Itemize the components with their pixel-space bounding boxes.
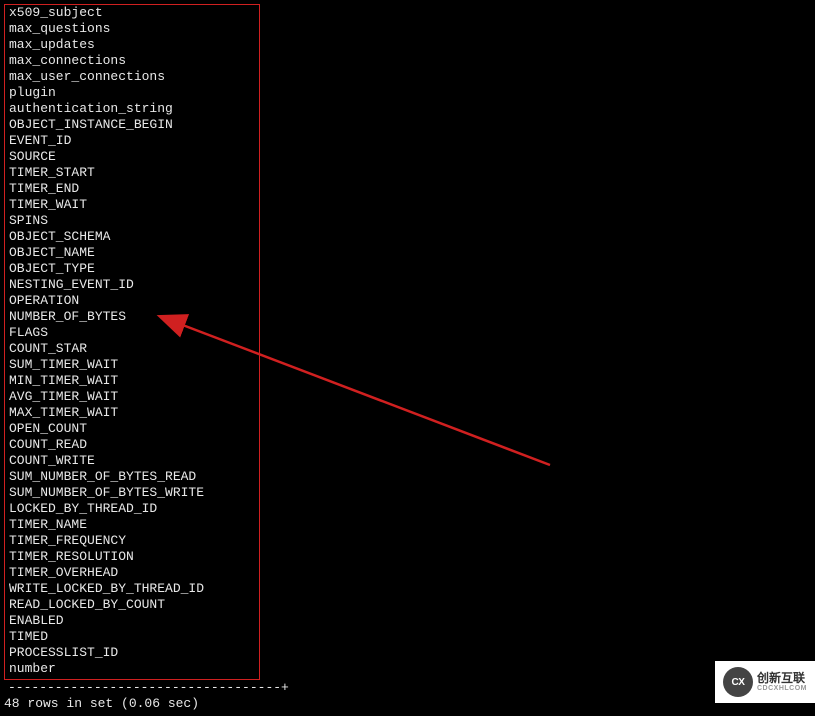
column-name-row: OBJECT_INSTANCE_BEGIN — [9, 117, 255, 133]
column-name-row: NUMBER_OF_BYTES — [9, 309, 255, 325]
column-name-row: SUM_NUMBER_OF_BYTES_WRITE — [9, 485, 255, 501]
column-name-row: NESTING_EVENT_ID — [9, 277, 255, 293]
table-border-bottom: -----------------------------------+ — [4, 680, 811, 696]
watermark-brand-text: 创新互联 CDCXHLCOM — [757, 671, 807, 694]
column-name-row: SUM_TIMER_WAIT — [9, 357, 255, 373]
column-name-row: TIMER_OVERHEAD — [9, 565, 255, 581]
column-name-row: TIMED — [9, 629, 255, 645]
column-name-row: plugin — [9, 85, 255, 101]
column-name-row: OBJECT_TYPE — [9, 261, 255, 277]
column-name-row: max_connections — [9, 53, 255, 69]
column-name-row: FLAGS — [9, 325, 255, 341]
column-name-row: number — [9, 661, 255, 677]
column-name-row: AVG_TIMER_WAIT — [9, 389, 255, 405]
column-name-row: max_questions — [9, 21, 255, 37]
column-name-row: PROCESSLIST_ID — [9, 645, 255, 661]
column-name-row: LOCKED_BY_THREAD_ID — [9, 501, 255, 517]
column-name-row: READ_LOCKED_BY_COUNT — [9, 597, 255, 613]
column-name-row: TIMER_FREQUENCY — [9, 533, 255, 549]
column-name-row: COUNT_READ — [9, 437, 255, 453]
column-name-row: authentication_string — [9, 101, 255, 117]
column-name-row: OPERATION — [9, 293, 255, 309]
column-name-list-box: x509_subjectmax_questionsmax_updatesmax_… — [4, 4, 260, 680]
column-name-row: WRITE_LOCKED_BY_THREAD_ID — [9, 581, 255, 597]
column-name-row: SOURCE — [9, 149, 255, 165]
column-name-row: OPEN_COUNT — [9, 421, 255, 437]
watermark-sub: CDCXHLCOM — [757, 685, 807, 693]
column-name-row: MIN_TIMER_WAIT — [9, 373, 255, 389]
terminal-output: x509_subjectmax_questionsmax_updatesmax_… — [0, 0, 815, 716]
watermark-logo-icon: CX — [723, 667, 753, 697]
result-summary: 48 rows in set (0.06 sec) — [4, 696, 811, 712]
column-name-row: x509_subject — [9, 5, 255, 21]
column-name-row: EVENT_ID — [9, 133, 255, 149]
column-name-row: TIMER_START — [9, 165, 255, 181]
column-name-row: TIMER_RESOLUTION — [9, 549, 255, 565]
column-name-row: TIMER_WAIT — [9, 197, 255, 213]
column-name-row: max_user_connections — [9, 69, 255, 85]
watermark-brand: 创新互联 — [757, 671, 807, 685]
column-name-row: SPINS — [9, 213, 255, 229]
column-name-row: TIMER_END — [9, 181, 255, 197]
column-name-row: COUNT_WRITE — [9, 453, 255, 469]
column-name-row: SUM_NUMBER_OF_BYTES_READ — [9, 469, 255, 485]
column-name-row: TIMER_NAME — [9, 517, 255, 533]
watermark: CX 创新互联 CDCXHLCOM — [715, 661, 815, 703]
column-name-row: max_updates — [9, 37, 255, 53]
column-name-row: ENABLED — [9, 613, 255, 629]
column-name-row: MAX_TIMER_WAIT — [9, 405, 255, 421]
column-name-row: OBJECT_NAME — [9, 245, 255, 261]
column-name-row: COUNT_STAR — [9, 341, 255, 357]
column-name-row: OBJECT_SCHEMA — [9, 229, 255, 245]
